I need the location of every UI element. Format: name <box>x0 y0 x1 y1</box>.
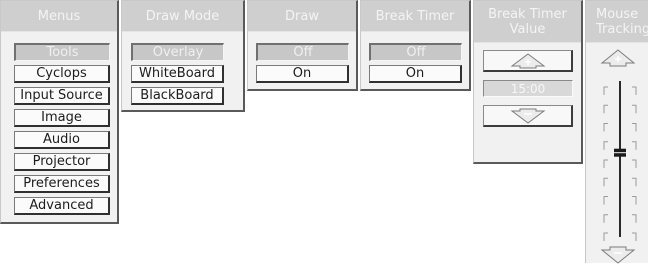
break-timer-header: Break Timer <box>361 1 469 32</box>
slider-tick <box>632 214 637 223</box>
draw-mode-header: Draw Mode <box>122 1 243 32</box>
menu-item-advanced[interactable]: Advanced <box>14 197 110 215</box>
mouse-tracking-header-line2: Tracking <box>596 21 648 37</box>
break-timer-value-panel: Break Timer Value 15:00 <box>473 0 583 164</box>
menu-item-preferences[interactable]: Preferences <box>14 175 110 193</box>
slider-tick <box>632 159 637 168</box>
break-timer-off-button[interactable]: Off <box>369 43 462 61</box>
slider-tick <box>632 86 637 95</box>
slider-tick <box>603 214 608 223</box>
timer-value-display[interactable]: 15:00 <box>483 80 573 97</box>
draw-mode-blackboard-button[interactable]: BlackBoard <box>131 87 224 105</box>
draw-on-button[interactable]: On <box>256 65 349 83</box>
menu-item-input-source[interactable]: Input Source <box>14 87 110 105</box>
down-arrow-minus-icon <box>600 246 636 264</box>
mouse-tracking-header-line1: Mouse <box>596 6 639 22</box>
menu-item-projector[interactable]: Projector <box>14 153 110 171</box>
mouse-tracking-panel: Mouse Tracking <box>585 0 648 264</box>
menu-item-audio[interactable]: Audio <box>14 131 110 149</box>
draw-mode-whiteboard-button[interactable]: WhiteBoard <box>131 65 224 83</box>
slider-thumb <box>612 148 628 157</box>
mouse-tracking-decrement-button[interactable] <box>600 246 636 264</box>
down-arrow-minus-icon <box>510 108 545 124</box>
menu-item-cyclops[interactable]: Cyclops <box>14 65 110 83</box>
draw-header: Draw <box>248 1 356 32</box>
menu-item-image[interactable]: Image <box>14 109 110 127</box>
break-timer-panel: Break Timer Off On <box>360 0 471 91</box>
draw-mode-overlay-button[interactable]: Overlay <box>131 43 224 61</box>
menu-item-tools[interactable]: Tools <box>14 43 110 61</box>
slider-tick <box>603 159 608 168</box>
draw-off-button[interactable]: Off <box>256 43 349 61</box>
slider-tick <box>603 86 608 95</box>
break-timer-value-header-line1: Break Timer <box>488 6 567 22</box>
mouse-tracking-header: Mouse Tracking <box>586 1 648 43</box>
break-timer-on-button[interactable]: On <box>369 65 462 83</box>
slider-tick <box>603 177 608 187</box>
mouse-tracking-increment-button[interactable] <box>600 49 636 67</box>
slider-tick <box>632 177 637 187</box>
mouse-tracking-slider[interactable] <box>594 73 642 241</box>
slider-tick <box>603 123 608 132</box>
slider-tick <box>603 141 608 150</box>
slider-tick <box>603 232 608 241</box>
draw-mode-panel: Draw Mode Overlay WhiteBoard BlackBoard <box>121 0 245 112</box>
slider-track <box>603 81 637 241</box>
slider-tick <box>632 232 637 241</box>
slider-tick <box>632 141 637 150</box>
break-timer-value-header-line2: Value <box>509 21 546 37</box>
slider-tick <box>603 104 608 114</box>
break-timer-value-header: Break Timer Value <box>474 1 581 43</box>
slider-tick <box>603 196 608 205</box>
slider-tick <box>632 196 637 205</box>
menus-panel: Menus Tools Cyclops Input Source Image A… <box>0 0 119 224</box>
slider-tick <box>632 104 637 114</box>
timer-decrement-button[interactable] <box>483 105 573 127</box>
timer-increment-button[interactable] <box>483 50 573 72</box>
up-arrow-plus-icon <box>600 49 636 67</box>
slider-tick <box>632 123 637 132</box>
menus-header: Menus <box>1 1 117 32</box>
up-arrow-plus-icon <box>510 52 545 68</box>
draw-panel: Draw Off On <box>247 0 358 91</box>
